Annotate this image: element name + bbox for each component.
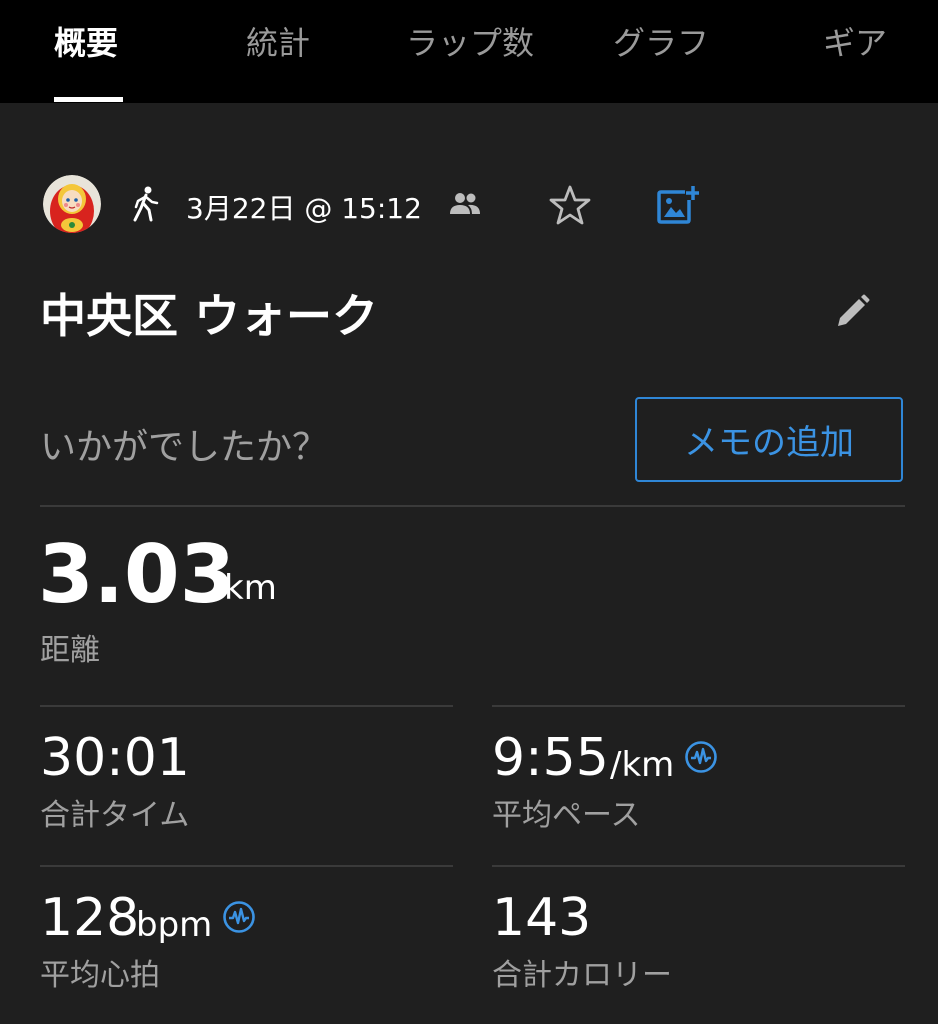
avg-heart-rate-value: 128 xyxy=(40,888,140,948)
add-photo-icon[interactable] xyxy=(655,184,699,228)
total-time-label: 合計タイム xyxy=(40,798,190,833)
tab-graphs[interactable]: グラフ xyxy=(613,18,709,64)
divider xyxy=(40,865,453,867)
divider xyxy=(40,505,905,507)
sensor-data-icon[interactable] xyxy=(222,900,256,934)
distance-value: 3.03 xyxy=(38,528,236,621)
avatar-doll-icon xyxy=(43,175,101,233)
tab-bar: 概要 統計 ラップ数 グラフ ギア xyxy=(0,0,938,103)
divider xyxy=(492,705,905,707)
active-tab-indicator xyxy=(54,97,123,102)
avg-heart-rate-label: 平均心拍 xyxy=(40,958,160,993)
group-icon xyxy=(450,193,480,214)
divider xyxy=(40,705,453,707)
sensor-data-icon[interactable] xyxy=(684,740,718,774)
star-icon[interactable] xyxy=(549,184,591,226)
walk-icon xyxy=(133,186,159,222)
tab-laps[interactable]: ラップ数 xyxy=(406,18,534,64)
avg-pace-label: 平均ペース xyxy=(492,798,641,833)
avatar[interactable] xyxy=(43,175,101,233)
activity-meta-row: 3月22日 @ 15:12 xyxy=(0,170,938,240)
activity-title: 中央区 ウォーク xyxy=(40,289,379,343)
distance-label: 距離 xyxy=(40,633,100,668)
total-calories-label: 合計カロリー xyxy=(492,958,672,993)
divider xyxy=(492,865,905,867)
avg-pace-unit: /km xyxy=(610,745,675,785)
distance-unit: km xyxy=(224,568,277,608)
tab-stats[interactable]: 統計 xyxy=(246,18,310,64)
tab-gear[interactable]: ギア xyxy=(823,18,887,64)
activity-date-time: 3月22日 @ 15:12 xyxy=(186,192,422,225)
tab-overview[interactable]: 概要 xyxy=(54,18,118,64)
pencil-icon[interactable] xyxy=(832,292,872,332)
add-memo-button[interactable]: メモの追加 xyxy=(635,397,903,482)
feedback-prompt: いかがでしたか？ xyxy=(40,427,329,468)
total-calories-value: 143 xyxy=(492,888,592,948)
avg-heart-rate-unit: bpm xyxy=(136,905,213,945)
total-time-value: 30:01 xyxy=(40,728,190,788)
avg-pace-value: 9:55 xyxy=(492,728,609,788)
